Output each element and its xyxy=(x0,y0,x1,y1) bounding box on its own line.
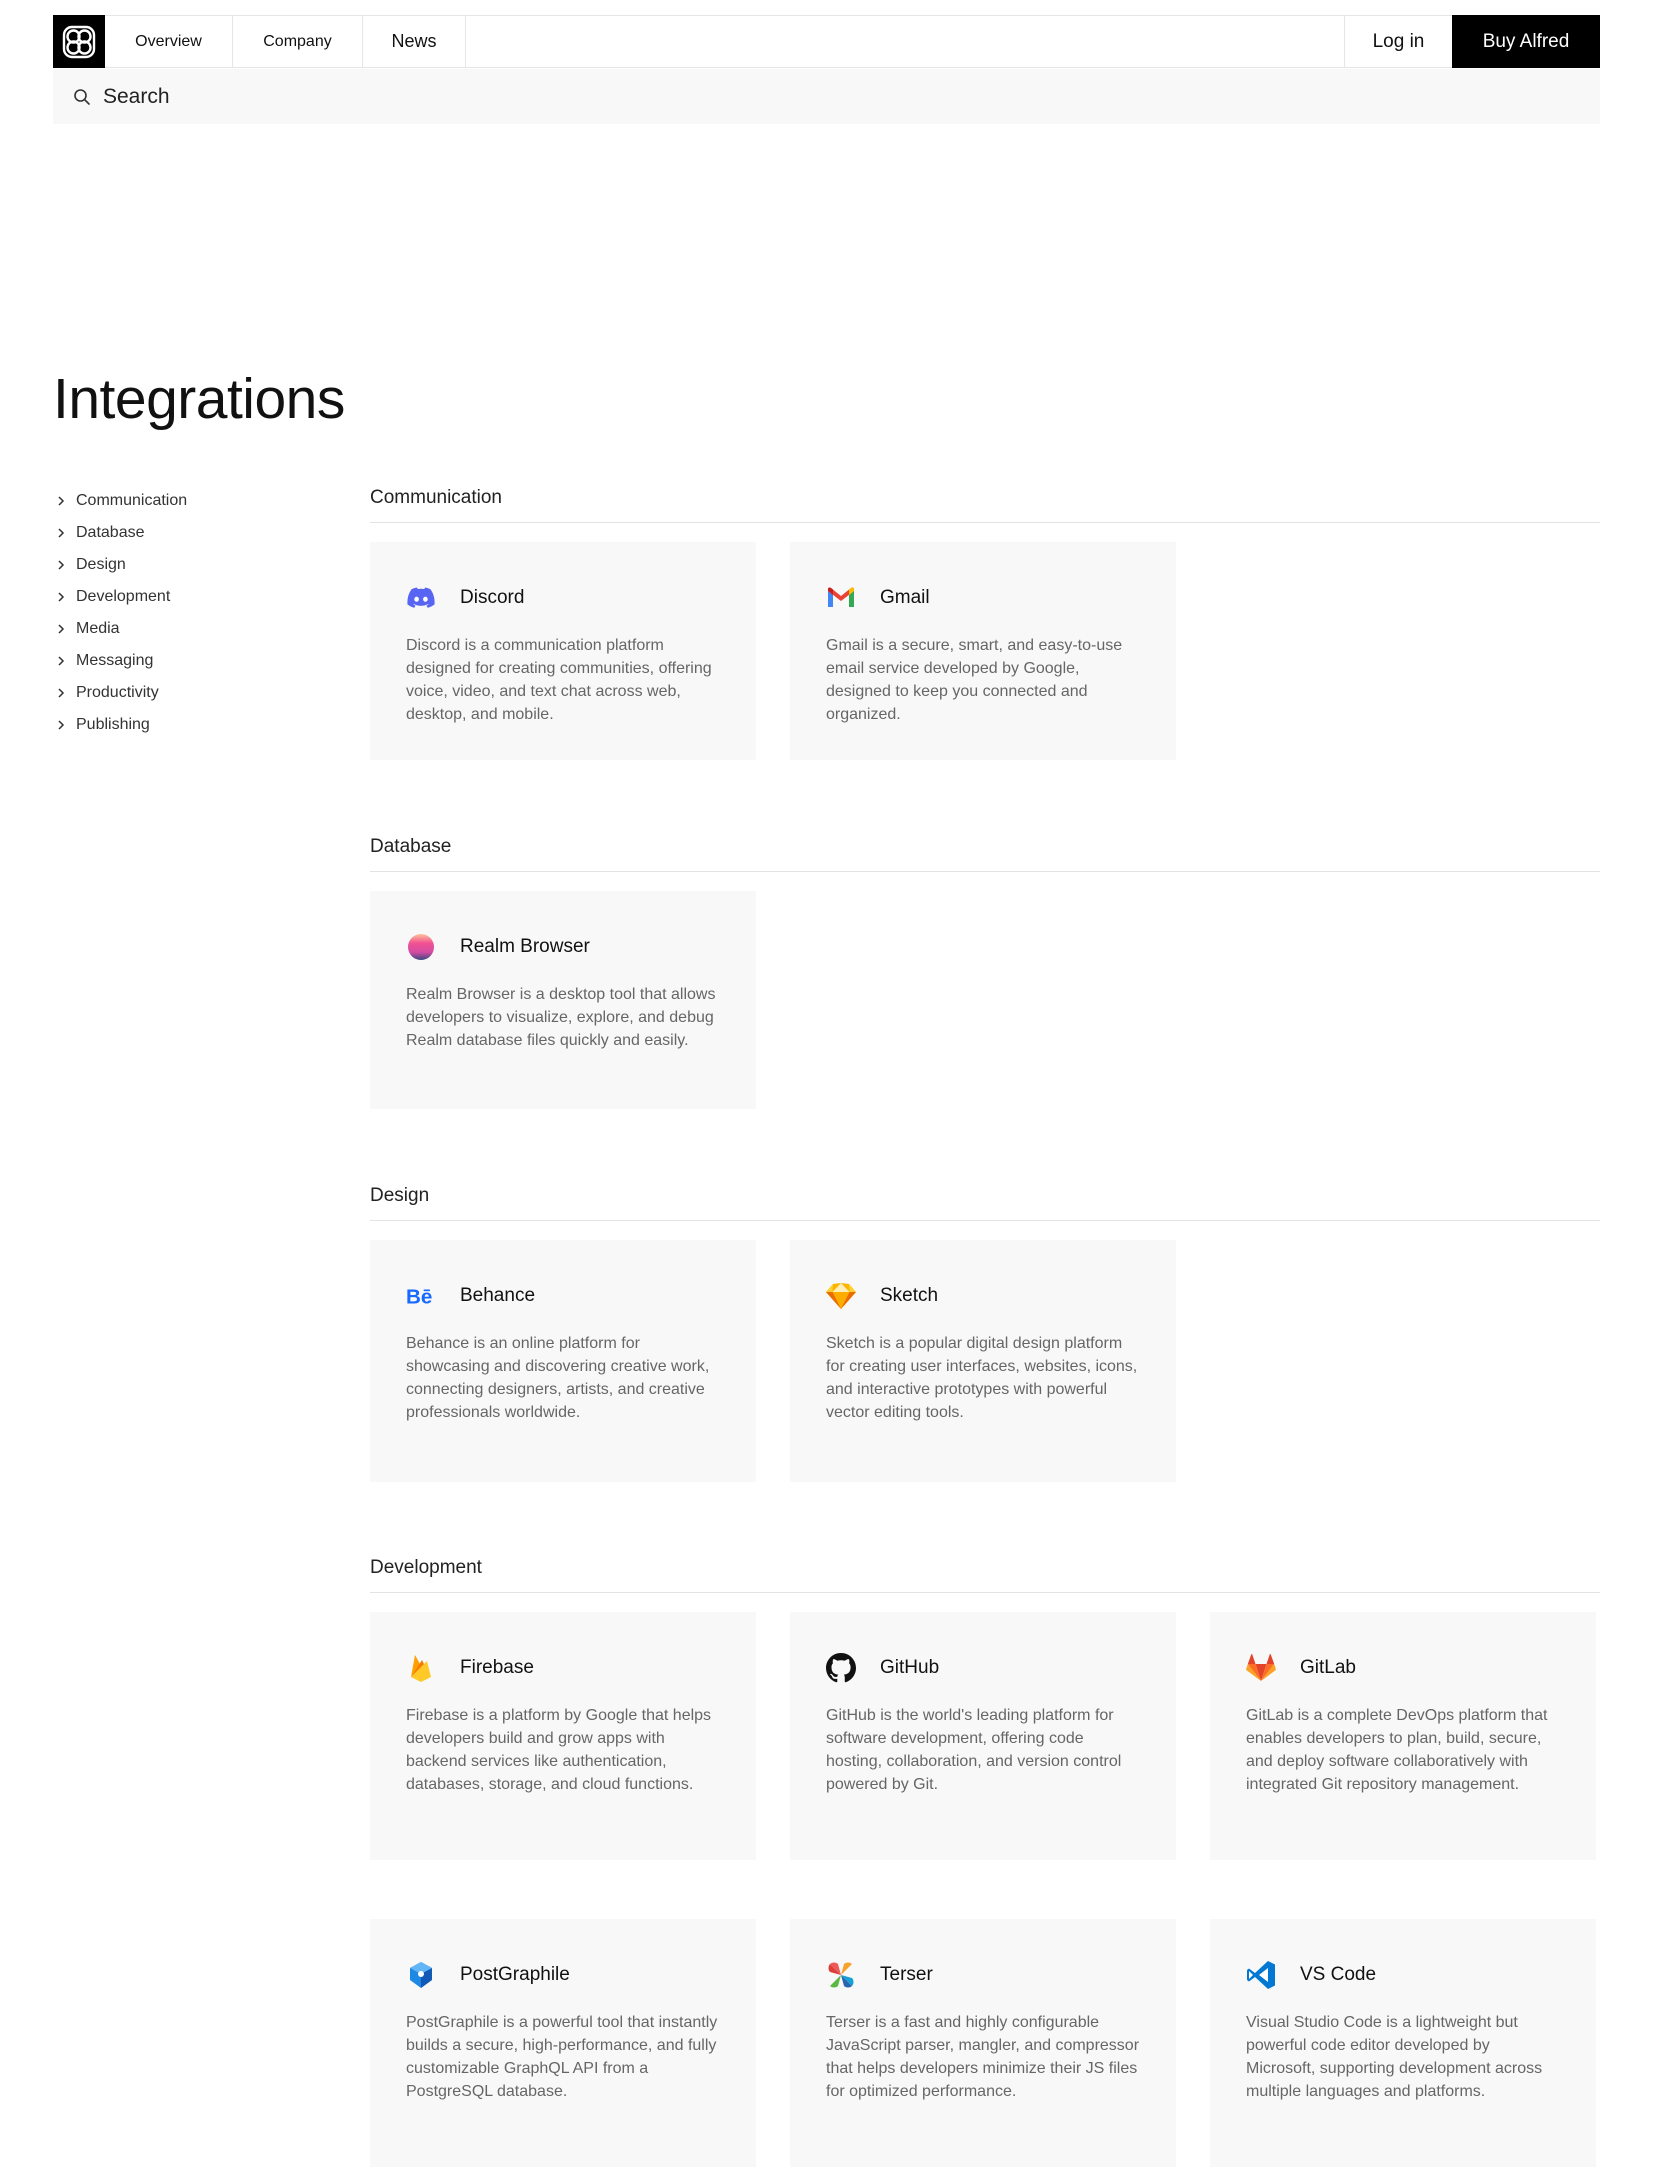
chevron-right-icon xyxy=(56,495,76,507)
sidebar-item-messaging[interactable]: Messaging xyxy=(56,645,316,677)
chevron-right-icon xyxy=(56,591,76,603)
card-description: GitLab is a complete DevOps platform tha… xyxy=(1246,1707,1548,1793)
sidebar-item-label: Development xyxy=(76,588,171,605)
section-divider xyxy=(370,1220,1600,1221)
sidebar-item-development[interactable]: Development xyxy=(56,581,316,613)
login-button[interactable]: Log in xyxy=(1345,16,1452,67)
section-title-development: Development xyxy=(370,1557,482,1578)
card-name: Sketch xyxy=(880,1285,939,1306)
firebase-icon xyxy=(406,1653,436,1683)
gitlab-icon xyxy=(1246,1653,1276,1683)
sidebar-item-media[interactable]: Media xyxy=(56,613,316,645)
vscode-icon xyxy=(1246,1960,1276,1990)
search-icon xyxy=(74,88,90,105)
section-divider xyxy=(370,1592,1600,1593)
sidebar-item-label: Media xyxy=(76,620,120,637)
chevron-right-icon xyxy=(56,719,76,731)
nav-tab-overview[interactable]: Overview xyxy=(105,16,233,67)
card-name: Discord xyxy=(460,587,525,608)
card-description: Visual Studio Code is a lightweight but … xyxy=(1246,2014,1543,2100)
sidebar-item-label: Publishing xyxy=(76,716,150,733)
alfred-logo[interactable] xyxy=(53,15,105,68)
svg-text:Bē: Bē xyxy=(406,1286,432,1308)
card-name: GitLab xyxy=(1300,1657,1356,1678)
integration-card-gmail[interactable]: Gmail Gmail is a secure, smart, and easy… xyxy=(790,542,1176,760)
search-label: Search xyxy=(103,84,170,108)
integration-card-realm-browser[interactable]: Realm Browser Realm Browser is a desktop… xyxy=(370,891,756,1109)
card-name: Gmail xyxy=(880,587,930,608)
section-divider xyxy=(370,522,1600,523)
chevron-right-icon xyxy=(56,655,76,667)
sidebar-item-label: Communication xyxy=(76,492,188,509)
card-description: Terser is a fast and highly configurable… xyxy=(826,2014,1140,2100)
integration-card-gitlab[interactable]: GitLab GitLab is a complete DevOps platf… xyxy=(1210,1612,1596,1860)
integration-card-sketch[interactable]: Sketch Sketch is a popular digital desig… xyxy=(790,1240,1176,1482)
chevron-right-icon xyxy=(56,527,76,539)
sidebar-item-design[interactable]: Design xyxy=(56,549,316,581)
sidebar-item-label: Database xyxy=(76,524,145,541)
card-description: GitHub is the world's leading platform f… xyxy=(826,1707,1122,1793)
section-title-design: Design xyxy=(370,1185,430,1206)
postgraphile-icon xyxy=(406,1960,436,1990)
chevron-right-icon xyxy=(56,623,76,635)
logo-icon xyxy=(62,25,96,58)
card-name: Terser xyxy=(880,1964,933,1985)
card-name: Behance xyxy=(460,1285,536,1306)
chevron-right-icon xyxy=(56,559,76,571)
card-name: Firebase xyxy=(460,1657,534,1678)
integration-card-firebase[interactable]: Firebase Firebase is a platform by Googl… xyxy=(370,1612,756,1860)
card-description: PostGraphile is a powerful tool that ins… xyxy=(406,2014,718,2100)
sidebar-item-publishing[interactable]: Publishing xyxy=(56,709,316,741)
chevron-right-icon xyxy=(56,687,76,699)
github-icon xyxy=(826,1653,856,1683)
card-name: PostGraphile xyxy=(460,1964,570,1985)
behance-icon: Bē xyxy=(406,1281,436,1311)
gmail-icon xyxy=(826,583,856,613)
discord-icon xyxy=(406,583,436,613)
sidebar-item-database[interactable]: Database xyxy=(56,517,316,549)
sidebar-item-label: Messaging xyxy=(76,652,154,669)
card-description: Realm Browser is a desktop tool that all… xyxy=(406,986,716,1049)
card-name: GitHub xyxy=(880,1657,940,1678)
buy-alfred-button[interactable]: Buy Alfred xyxy=(1452,15,1600,68)
section-title-database: Database xyxy=(370,836,452,857)
top-nav: Overview Company News Log in Buy Alfred xyxy=(53,15,1600,68)
nav-tab-news[interactable]: News xyxy=(363,16,466,67)
sidebar-item-communication[interactable]: Communication xyxy=(56,485,316,517)
card-description: Gmail is a secure, smart, and easy-to-us… xyxy=(826,637,1123,723)
card-name: VS Code xyxy=(1300,1964,1377,1985)
integration-card-behance[interactable]: Bē Behance Behance is an online platform… xyxy=(370,1240,756,1482)
page-title: Integrations xyxy=(53,367,345,431)
nav-tab-company[interactable]: Company xyxy=(233,16,363,67)
integration-card-postgraphile[interactable]: PostGraphile PostGraphile is a powerful … xyxy=(370,1919,756,2167)
card-description: Discord is a communication platform desi… xyxy=(406,637,712,723)
integration-card-terser[interactable]: Terser Terser is a fast and highly confi… xyxy=(790,1919,1176,2167)
terser-icon xyxy=(826,1960,856,1990)
search-bar[interactable]: Search xyxy=(53,69,1600,124)
section-divider xyxy=(370,871,1600,872)
category-sidebar: Communication Database Design Developmen… xyxy=(56,485,316,741)
integration-card-discord[interactable]: Discord Discord is a communication platf… xyxy=(370,542,756,760)
nav-spacer xyxy=(466,16,1345,67)
card-description: Sketch is a popular digital design platf… xyxy=(826,1335,1138,1421)
integration-card-vscode[interactable]: VS Code Visual Studio Code is a lightwei… xyxy=(1210,1919,1596,2167)
sketch-icon xyxy=(826,1281,856,1311)
sidebar-item-productivity[interactable]: Productivity xyxy=(56,677,316,709)
sidebar-item-label: Design xyxy=(76,556,126,573)
card-description: Behance is an online platform for showca… xyxy=(406,1335,710,1421)
sidebar-item-label: Productivity xyxy=(76,684,159,701)
card-description: Firebase is a platform by Google that he… xyxy=(406,1707,712,1793)
section-title-communication: Communication xyxy=(370,487,502,508)
realm-icon xyxy=(406,932,436,962)
integration-card-github[interactable]: GitHub GitHub is the world's leading pla… xyxy=(790,1612,1176,1860)
card-name: Realm Browser xyxy=(460,936,590,957)
